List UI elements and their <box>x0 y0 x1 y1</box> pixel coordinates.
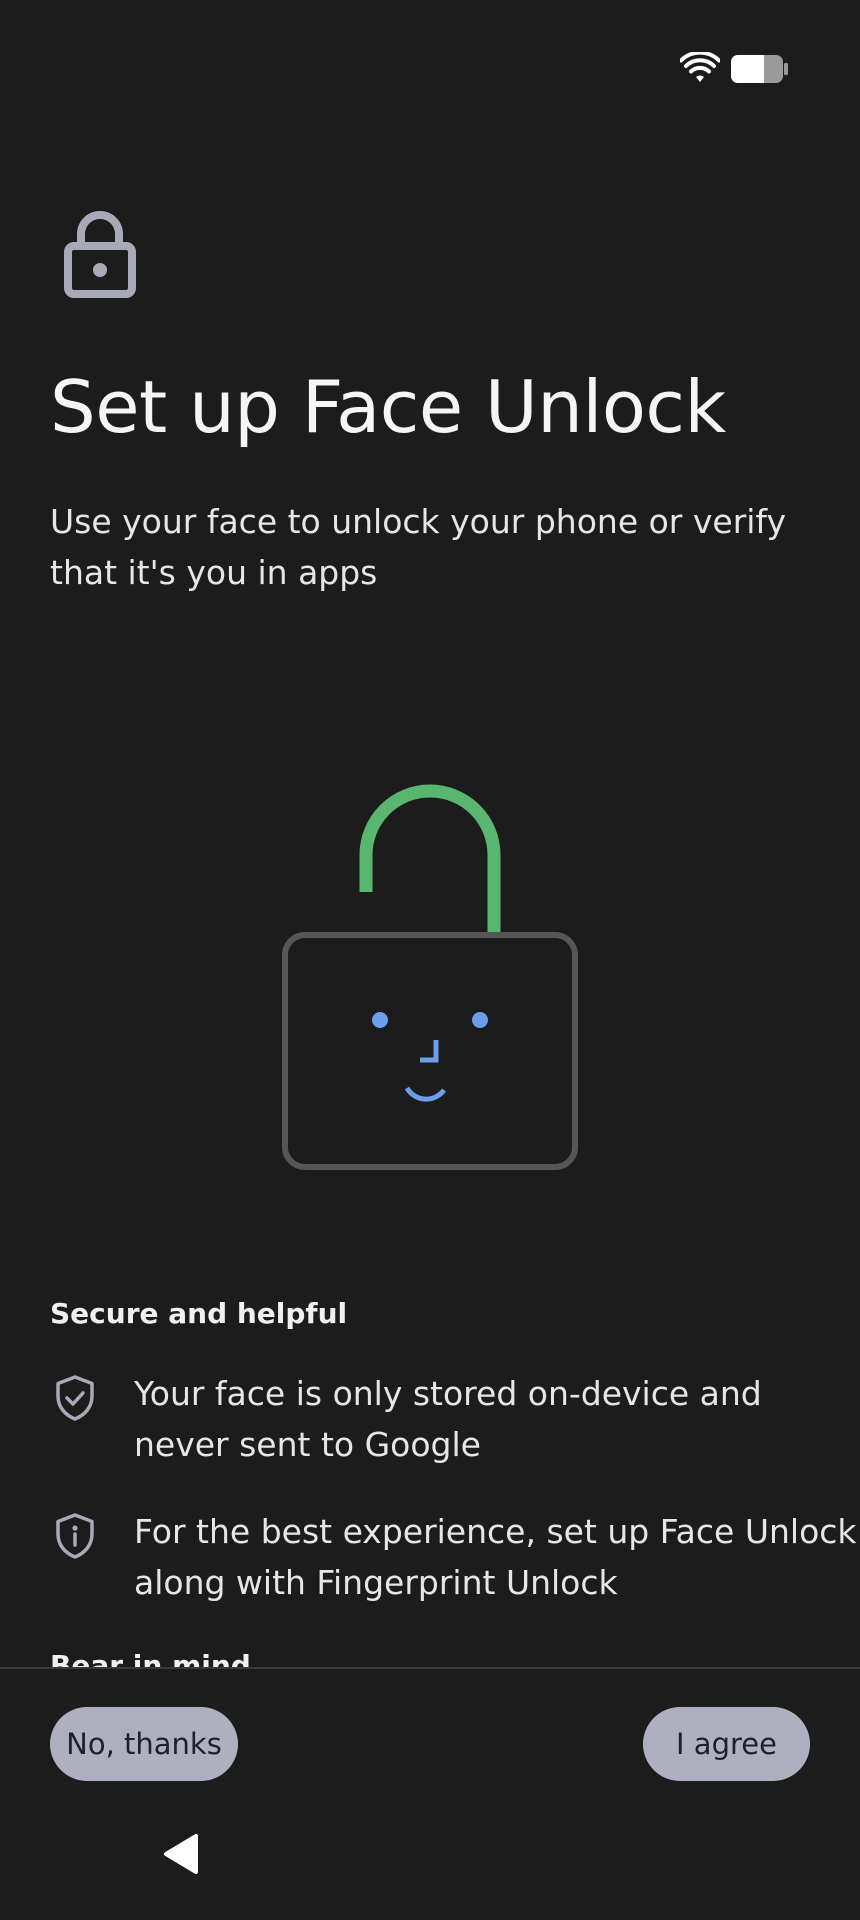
no-thanks-button[interactable]: No, thanks <box>50 1707 238 1781</box>
page-title: Set up Face Unlock <box>50 365 726 449</box>
info-text: For the best experience, set up Face Unl… <box>134 1512 857 1602</box>
section-heading-bear-in-mind: Bear in mind <box>50 1649 251 1667</box>
lock-icon <box>64 211 136 298</box>
section-heading-secure: Secure and helpful <box>50 1297 348 1330</box>
shield-info-icon <box>56 1513 94 1559</box>
face-unlock-illustration <box>282 784 578 1170</box>
content-scroll-area[interactable]: Set up Face Unlock Use your face to unlo… <box>0 0 860 1667</box>
info-text: Your face is only stored on-device and n… <box>134 1374 762 1464</box>
back-triangle-icon[interactable] <box>162 1833 200 1875</box>
i-agree-button[interactable]: I agree <box>643 1707 810 1781</box>
shield-check-icon <box>56 1375 94 1421</box>
page-description: Use your face to unlock your phone or ve… <box>50 502 786 592</box>
